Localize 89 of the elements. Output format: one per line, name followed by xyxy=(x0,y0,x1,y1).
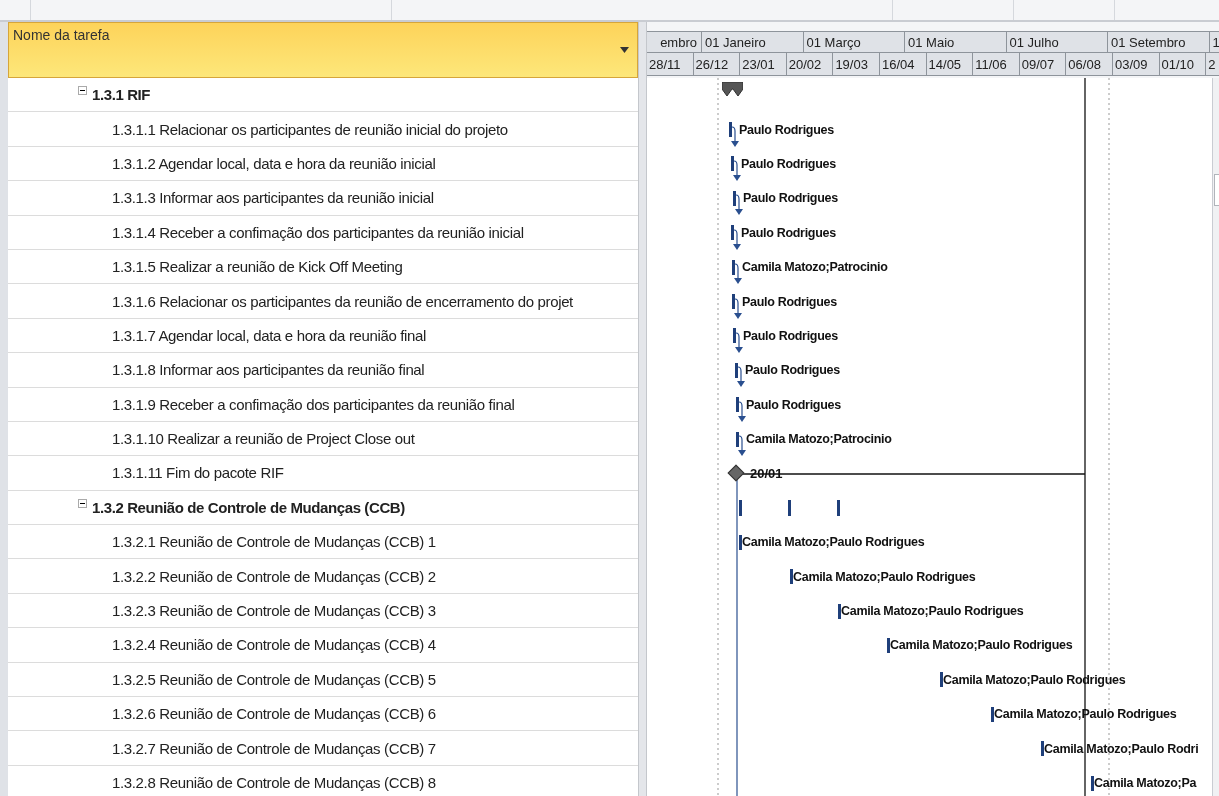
task-bar xyxy=(736,397,739,413)
task-bar xyxy=(735,362,738,378)
column-title: Nome da tarefa xyxy=(13,27,110,45)
resource-label: Camila Matozo;Paulo Rodrigues xyxy=(890,638,1073,653)
task-bar xyxy=(739,534,742,550)
scrollbar[interactable] xyxy=(1212,78,1219,796)
dropdown-caret-icon[interactable] xyxy=(620,47,629,53)
task-name: 1.3.2.2 Reunião de Controle de Mudanças (CCB) 2 xyxy=(112,567,436,585)
resource-label: Paulo Rodrigues xyxy=(743,191,838,206)
task-bar xyxy=(991,706,994,722)
task-name: 1.3.1.5 Realizar a reunião de Kick Off Meeting xyxy=(112,258,403,276)
task-name: 1.3.1.11 Fim do pacote RIF xyxy=(112,464,284,482)
resource-label: Paulo Rodrigues xyxy=(743,328,838,343)
resource-label: Camila Matozo;Paulo Rodrigues xyxy=(793,569,976,584)
link-arrow xyxy=(733,160,741,182)
resource-label: Camila Matozo;Patrocinio xyxy=(742,260,888,275)
task-name: 1.3.1.1 Relacionar os participantes de reunião inicial do projeto xyxy=(112,120,508,138)
timescale-label: 2 xyxy=(1207,55,1217,74)
timescale-label: 03/09 xyxy=(1112,53,1160,75)
link-arrow xyxy=(734,263,742,286)
task-name: 1.3.1.2 Agendar local, data e hora da reunião inicial xyxy=(112,154,436,172)
task-bar xyxy=(887,637,890,653)
resource-label: Paulo Rodrigues xyxy=(739,122,834,137)
task-bar xyxy=(1091,775,1094,791)
column-header[interactable]: Nome da tarefa xyxy=(8,22,638,78)
task-bar xyxy=(838,603,841,619)
timescale-label: 06/08 xyxy=(1066,53,1113,75)
collapse-icon[interactable] xyxy=(78,86,87,96)
occurrence-mark xyxy=(739,499,742,516)
occurrence-mark xyxy=(837,499,840,516)
link-arrow xyxy=(738,435,746,458)
resource-label: Camila Matozo;Patrocinio xyxy=(746,432,892,447)
task-bar xyxy=(1041,741,1044,757)
link-arrow xyxy=(737,366,745,389)
task-name: 1.3.1.10 Realizar a reunião de Project Close out xyxy=(112,430,415,448)
task-name: 1.3.2.4 Reunião de Controle de Mudanças (CCB) 4 xyxy=(112,636,436,654)
task-bar xyxy=(731,225,734,241)
summary-task-name: 1.3.1 RIF xyxy=(92,86,151,104)
resource-label: Paulo Rodrigues xyxy=(741,156,836,171)
timescale-label: 28/11 xyxy=(647,53,694,75)
task-name: 1.3.1.9 Receber a confimação dos participantes da reunião final xyxy=(112,395,515,413)
occurrence-mark xyxy=(788,499,791,516)
resource-label: Paulo Rodrigues xyxy=(745,363,840,378)
task-name: 1.3.2.5 Reunião de Controle de Mudanças (CCB) 5 xyxy=(112,670,436,688)
task-name: 1.3.2.3 Reunião de Controle de Mudanças (CCB) 3 xyxy=(112,602,436,620)
link-arrow xyxy=(735,331,743,354)
task-name: 1.3.1.7 Agendar local, data e hora da reunião final xyxy=(112,326,427,344)
timescale-label: 1 xyxy=(1211,33,1219,52)
task-bar xyxy=(731,156,734,172)
link-arrow xyxy=(733,228,741,251)
task-name: 1.3.2.1 Reunião de Controle de Mudanças (CCB) 1 xyxy=(112,533,436,551)
task-bar xyxy=(733,328,736,344)
task-bar xyxy=(729,122,732,138)
task-bar xyxy=(732,294,735,310)
task-name: 1.3.1.3 Informar aos participantes da reunião inicial xyxy=(112,189,434,207)
task-name: 1.3.2.6 Reunião de Controle de Mudanças (CCB) 6 xyxy=(112,705,436,723)
resource-label: Camila Matozo;Paulo Rodri xyxy=(1044,741,1199,756)
resource-label: Camila Matozo;Pa xyxy=(1094,776,1197,790)
link-arrow xyxy=(735,194,743,217)
resource-label: Paulo Rodrigues xyxy=(742,294,837,309)
task-bar xyxy=(940,672,943,688)
timescale-label: 19/03 xyxy=(833,53,880,75)
summary-bar xyxy=(722,82,743,97)
summary-task-name: 1.3.2 Reunião de Controle de Mudanças (CCB) xyxy=(92,498,405,516)
resource-label: Paulo Rodrigues xyxy=(746,397,841,412)
task-bar xyxy=(733,190,736,206)
task-bar xyxy=(736,431,739,447)
link-arrow xyxy=(731,125,739,148)
timescale-label: 26/12 xyxy=(693,53,741,75)
link-arrow xyxy=(738,400,746,423)
timescale-label: 23/01 xyxy=(740,53,787,75)
resource-label: Paulo Rodrigues xyxy=(741,225,836,240)
task-name: 1.3.1.8 Informar aos participantes da reunião final xyxy=(112,361,425,379)
resource-label: Camila Matozo;Paulo Rodrigues xyxy=(841,604,1024,619)
timescale-label: 14/05 xyxy=(926,53,974,75)
resource-label: Camila Matozo;Paulo Rodrigues xyxy=(742,535,925,550)
task-bar xyxy=(790,569,793,585)
timescale-label: 20/02 xyxy=(786,53,834,75)
task-name: 1.3.2.8 Reunião de Controle de Mudanças (CCB) 8 xyxy=(112,774,436,791)
timescale-label: 09/07 xyxy=(1019,53,1067,75)
timescale-label: 16/04 xyxy=(879,53,927,75)
task-name: 1.3.2.7 Reunião de Controle de Mudanças (CCB) 7 xyxy=(112,739,436,757)
collapse-icon[interactable] xyxy=(78,498,87,508)
task-name: 1.3.1.4 Receber a confimação dos participantes da reunião inicial xyxy=(112,223,524,241)
link-arrow xyxy=(734,297,742,320)
timescale-label: 01/10 xyxy=(1159,53,1207,75)
timescale-label: 11/06 xyxy=(973,53,1020,75)
task-name: 1.3.1.6 Relacionar os participantes da reunião de encerramento do projet xyxy=(112,292,573,310)
task-bar xyxy=(732,259,735,275)
